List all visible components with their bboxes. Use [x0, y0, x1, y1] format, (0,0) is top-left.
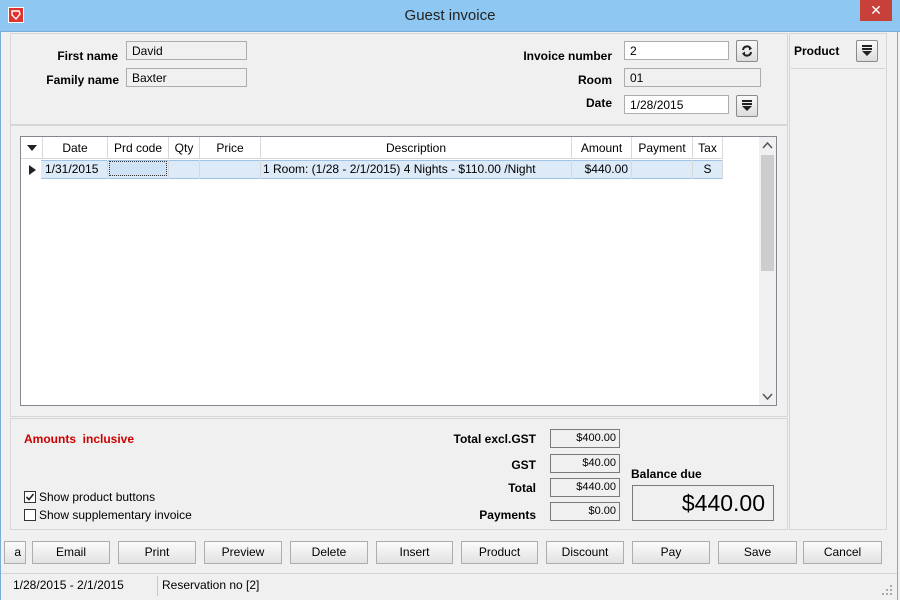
total-excl-gst-label: Total excl.GST — [453, 432, 536, 446]
status-divider — [157, 576, 158, 596]
cell-amount[interactable]: $440.00 — [572, 160, 632, 179]
insert-button[interactable]: Insert — [376, 541, 453, 564]
product-sidebar-label: Product — [794, 44, 840, 58]
product-sidebar — [789, 33, 887, 530]
discount-button[interactable]: Discount — [546, 541, 624, 564]
print-button[interactable]: Print — [118, 541, 196, 564]
show-product-buttons-label: Show product buttons — [39, 490, 156, 504]
payments-label: Payments — [479, 508, 536, 522]
dropdown-icon — [862, 45, 872, 56]
date-picker-button[interactable] — [736, 95, 758, 117]
total-value: $440.00 — [550, 478, 620, 497]
column-header-prd-code[interactable]: Prd code — [108, 137, 169, 159]
family-name-label: Family name — [46, 73, 119, 87]
date-field[interactable]: 1/28/2015 — [624, 95, 729, 114]
column-header-amount[interactable]: Amount — [572, 137, 632, 159]
cancel-button[interactable]: Cancel — [803, 541, 882, 564]
status-bar: 1/28/2015 - 2/1/2015 Reservation no [2] — [1, 573, 897, 600]
row-indicator[interactable] — [21, 160, 43, 179]
product-button[interactable]: Product — [461, 541, 538, 564]
scroll-down-icon[interactable] — [759, 389, 776, 403]
close-button[interactable]: ✕ — [860, 0, 892, 21]
window-title: Guest invoice — [404, 7, 496, 24]
invoice-number-label: Invoice number — [523, 49, 612, 63]
delete-button[interactable]: Delete — [290, 541, 368, 564]
partial-button[interactable]: a — [4, 541, 26, 564]
cell-payment[interactable] — [632, 160, 693, 179]
balance-due-label: Balance due — [631, 467, 702, 481]
save-button[interactable]: Save — [718, 541, 797, 564]
invoice-lines-grid[interactable]: Date Prd code Qty Price Description Amou… — [20, 136, 777, 406]
room-label: Room — [578, 73, 612, 87]
grid-vertical-scrollbar[interactable] — [759, 137, 776, 405]
cell-date[interactable]: 1/31/2015 — [43, 160, 108, 179]
cell-price[interactable] — [200, 160, 261, 179]
date-label: Date — [585, 96, 612, 110]
column-header-description[interactable]: Description — [261, 137, 572, 159]
cell-description[interactable]: 1 Room: (1/28 - 2/1/2015) 4 Nights - $11… — [261, 160, 572, 179]
column-header-date[interactable]: Date — [43, 137, 108, 159]
total-label: Total — [508, 481, 536, 495]
scroll-up-icon[interactable] — [759, 139, 776, 153]
invoice-number-field[interactable]: 2 — [624, 41, 729, 60]
current-row-icon — [29, 165, 36, 175]
column-header-price[interactable]: Price — [200, 137, 261, 159]
first-name-field[interactable]: David — [126, 41, 247, 60]
refresh-invoice-button[interactable] — [736, 40, 758, 62]
email-button[interactable]: Email — [32, 541, 110, 564]
sort-down-icon — [26, 145, 37, 151]
preview-button[interactable]: Preview — [204, 541, 282, 564]
first-name-label: First name — [57, 49, 118, 63]
room-field[interactable]: 01 — [624, 68, 761, 87]
column-header-tax[interactable]: Tax — [693, 137, 723, 159]
scrollbar-thumb[interactable] — [761, 155, 774, 271]
status-date-range: 1/28/2015 - 2/1/2015 — [13, 578, 124, 592]
resize-grip-icon[interactable] — [881, 584, 893, 596]
dropdown-icon — [742, 100, 752, 111]
cell-tax[interactable]: S — [693, 160, 723, 179]
column-header-qty[interactable]: Qty — [169, 137, 200, 159]
status-reservation: Reservation no [2] — [162, 578, 260, 592]
cell-qty[interactable] — [169, 160, 200, 179]
show-product-buttons-checkbox[interactable] — [24, 491, 36, 503]
gst-value: $40.00 — [550, 454, 620, 473]
payments-value: $0.00 — [550, 502, 620, 521]
cell-prd-code[interactable] — [108, 160, 169, 179]
balance-due-value: $440.00 — [632, 485, 774, 521]
gst-label: GST — [511, 458, 536, 472]
column-header-payment[interactable]: Payment — [632, 137, 693, 159]
show-supplementary-checkbox[interactable] — [24, 509, 36, 521]
product-dropdown-button[interactable] — [856, 40, 878, 62]
show-supplementary-label: Show supplementary invoice — [39, 508, 192, 522]
pay-button[interactable]: Pay — [632, 541, 710, 564]
checkmark-icon — [25, 493, 35, 501]
grid-corner-header[interactable] — [21, 137, 43, 159]
refresh-icon — [742, 45, 752, 57]
amounts-inclusive-note: Amounts inclusive — [24, 432, 135, 446]
family-name-field[interactable]: Baxter — [126, 68, 247, 87]
total-excl-gst-value: $400.00 — [550, 429, 620, 448]
